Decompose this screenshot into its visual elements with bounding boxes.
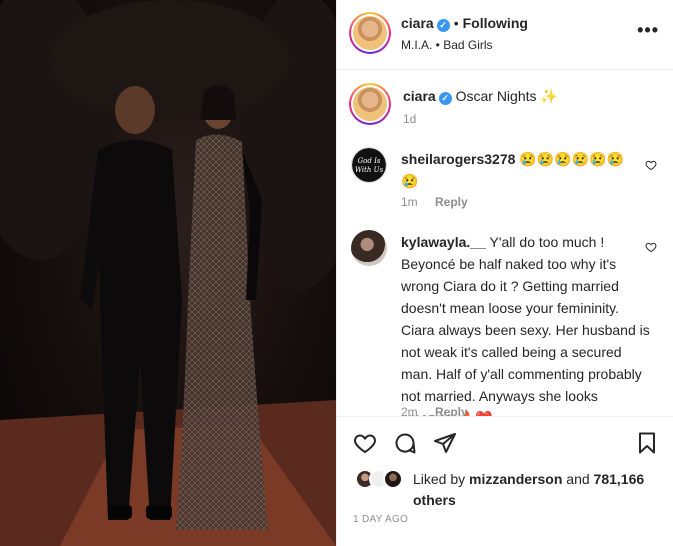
comment-username[interactable]: sheilarogers3278	[401, 151, 515, 167]
comment: kylawayla.__ Y'all do too much ! Beyoncé…	[401, 231, 651, 416]
post-photo[interactable]	[0, 0, 336, 546]
comment-like-heart-icon[interactable]	[645, 159, 657, 171]
avatar-logo-text: God Is With Us	[352, 148, 386, 182]
author-username[interactable]: ciara	[401, 15, 434, 31]
author-avatar[interactable]	[349, 12, 391, 54]
post-timestamp[interactable]: 1 DAY AGO	[353, 514, 408, 525]
comment-avatar[interactable]: God Is With Us	[351, 147, 387, 183]
likes-text: Liked by mizzanderson and 781,166 others	[413, 469, 663, 511]
verified-badge-icon: ✓	[438, 92, 452, 105]
comment-avatar[interactable]	[351, 230, 387, 266]
caption-time: 1d	[403, 112, 417, 126]
comment-icon[interactable]	[393, 431, 417, 455]
post-details-pane: ciara ✓ • Following M.I.A. • Bad Girls ••• …	[336, 0, 673, 546]
comments-section[interactable]: ciara ✓ Oscar Nights ✨ 1d God Is With Us …	[337, 71, 673, 416]
likes-prefix: Liked by	[413, 471, 470, 487]
comment-time: 2m	[401, 405, 418, 416]
bookmark-icon[interactable]	[635, 431, 659, 455]
action-bar	[337, 416, 673, 464]
separator-dot: •	[453, 15, 459, 31]
comment-meta: 2m Reply	[401, 405, 468, 416]
caption-avatar[interactable]	[349, 83, 391, 125]
author-line: ciara ✓ • Following	[401, 15, 528, 32]
liker-avatar[interactable]	[383, 469, 403, 489]
caption: ciara ✓ Oscar Nights ✨	[403, 88, 558, 105]
likes-middle: and	[562, 471, 594, 487]
following-button[interactable]: Following	[463, 15, 528, 31]
comment-like-heart-icon[interactable]	[645, 241, 657, 253]
likes-summary: Liked by mizzanderson and 781,166 others	[351, 465, 671, 508]
verified-badge-icon: ✓	[436, 19, 450, 32]
comment-username[interactable]: kylawayla.__	[401, 234, 486, 250]
comment-text: Y'all do too much ! Beyoncé be half nake…	[401, 234, 650, 416]
comment-meta: 1m Reply	[401, 195, 468, 209]
liked-by-username[interactable]: mizzanderson	[469, 471, 562, 487]
caption-text: Oscar Nights ✨	[455, 88, 558, 104]
reply-button[interactable]: Reply	[435, 405, 468, 416]
more-options-icon[interactable]: •••	[637, 21, 659, 39]
paper-plane-icon[interactable]	[433, 431, 457, 455]
comment: sheilarogers3278 😢😢😢😢😢😢😢	[401, 148, 641, 192]
reply-button[interactable]: Reply	[435, 195, 468, 209]
heart-icon[interactable]	[353, 431, 377, 455]
audio-label[interactable]: M.I.A. • Bad Girls	[401, 38, 493, 52]
post-photo-illustration	[0, 0, 336, 546]
comment-time: 1m	[401, 195, 418, 209]
post-header: ciara ✓ • Following M.I.A. • Bad Girls •••	[337, 0, 673, 70]
caption-username[interactable]: ciara	[403, 88, 436, 104]
